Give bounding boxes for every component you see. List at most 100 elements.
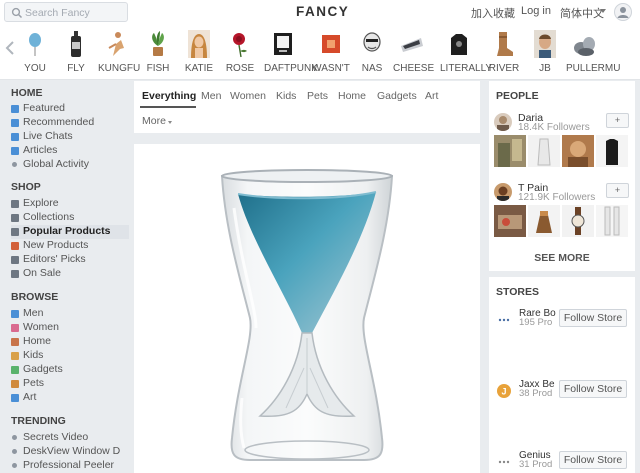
tab-men[interactable]: Men xyxy=(201,90,221,102)
follow-store-button[interactable]: Follow Store xyxy=(559,451,627,469)
category-literally[interactable]: LITERALLY xyxy=(440,28,492,78)
category-fish[interactable]: FISH xyxy=(145,28,171,78)
art-icon xyxy=(11,394,19,402)
follow-store-button[interactable]: Follow Store xyxy=(559,309,627,327)
category-jb[interactable]: JB xyxy=(532,28,558,78)
avatar[interactable] xyxy=(494,183,512,201)
thumbnail-image[interactable] xyxy=(528,135,560,167)
tab-gadgets[interactable]: Gadgets xyxy=(377,90,417,102)
sidebar-item-art[interactable]: Art xyxy=(11,391,129,405)
thumbnail-image[interactable] xyxy=(596,135,628,167)
person-row: Daria 18.4K Followers + xyxy=(494,112,630,179)
join-link[interactable]: 加入 xyxy=(471,5,493,21)
thumbnail-image[interactable] xyxy=(494,135,526,167)
more-dropdown[interactable]: More xyxy=(142,115,166,127)
store-product-count: 31 Prod xyxy=(519,459,553,470)
category-label: DAFTPUNK xyxy=(264,63,318,74)
tab-women[interactable]: Women xyxy=(230,90,266,102)
person-followers: 121.9K Followers xyxy=(518,192,596,203)
chevron-left-icon[interactable] xyxy=(4,40,16,56)
category-nas[interactable]: NAS xyxy=(359,28,385,78)
category-label: LITERALLY xyxy=(440,63,493,74)
recommended-icon xyxy=(11,119,19,127)
category-strip: YOU FLY KUNGFU FISH KATIE ROSE DAFTPUNK … xyxy=(0,26,640,80)
bottle-icon xyxy=(71,31,81,57)
trending-icon xyxy=(12,463,17,468)
sidebar-item-new-products[interactable]: New Products xyxy=(11,239,129,253)
search-input[interactable] xyxy=(25,6,125,20)
sidebar-item-explore[interactable]: Explore xyxy=(11,197,129,211)
sidebar-item-articles[interactable]: Articles xyxy=(11,144,129,158)
category-wasnt[interactable]: WASN'T xyxy=(312,28,350,78)
people-title: PEOPLE xyxy=(496,90,539,102)
sidebar-item-men[interactable]: Men xyxy=(11,307,129,321)
follow-store-button[interactable]: Follow Store xyxy=(559,380,627,398)
thumbnail-image[interactable] xyxy=(562,205,594,237)
product-card[interactable] xyxy=(134,144,480,473)
active-tab-indicator xyxy=(140,106,196,108)
sidebar-item-global-activity[interactable]: Global Activity xyxy=(11,158,129,172)
store-logo-icon[interactable] xyxy=(497,455,511,469)
top-header: FANCY 加入 收藏 Log in 简体中文 xyxy=(0,0,640,26)
sidebar-item-women[interactable]: Women xyxy=(11,321,129,335)
category-rose[interactable]: ROSE xyxy=(226,28,254,78)
sidebar-item-trending-3[interactable]: Professional Peeler xyxy=(11,459,129,473)
category-you[interactable]: YOU xyxy=(22,28,48,78)
trending-icon xyxy=(12,435,17,440)
search-box[interactable] xyxy=(4,2,128,22)
store-row: J Jaxx Be 38 Prod Follow Store xyxy=(497,379,631,404)
person-followers: 18.4K Followers xyxy=(518,122,590,133)
sidebar-item-trending-1[interactable]: Secrets Video xyxy=(11,431,129,445)
sidebar-item-recommended[interactable]: Recommended xyxy=(11,116,129,130)
balloon-icon xyxy=(29,33,41,56)
tab-everything[interactable]: Everything xyxy=(142,90,196,102)
tab-art[interactable]: Art xyxy=(425,90,438,102)
home-icon xyxy=(11,338,19,346)
category-river[interactable]: RIVER xyxy=(489,28,519,78)
category-katie[interactable]: KATIE xyxy=(185,28,213,78)
language-selector[interactable]: 简体中文 xyxy=(560,5,604,21)
fancy-logo[interactable]: FANCY xyxy=(296,4,349,19)
sidebar-item-trending-2[interactable]: DeskView Window D xyxy=(11,445,129,459)
avatar[interactable] xyxy=(494,113,512,131)
tab-kids[interactable]: Kids xyxy=(276,90,296,102)
store-logo-icon[interactable] xyxy=(497,313,511,327)
sidebar-item-featured[interactable]: Featured xyxy=(11,102,129,116)
article-icon xyxy=(11,147,19,155)
left-sidebar: HOME Featured Recommended Live Chats Art… xyxy=(0,81,130,473)
sidebar-item-collections[interactable]: Collections xyxy=(11,211,129,225)
user-avatar-icon[interactable] xyxy=(614,3,632,21)
login-link[interactable]: Log in xyxy=(521,5,551,17)
thumbnail-image[interactable] xyxy=(596,205,628,237)
category-cheese[interactable]: CHEESE xyxy=(393,28,434,78)
sidebar-item-kids[interactable]: Kids xyxy=(11,349,129,363)
store-logo-icon[interactable]: J xyxy=(497,384,511,398)
stores-title: STORES xyxy=(496,286,539,298)
trending-icon xyxy=(12,449,17,454)
category-daftpunk[interactable]: DAFTPUNK xyxy=(264,28,318,78)
follow-button[interactable]: + xyxy=(606,183,629,198)
shirt-icon xyxy=(451,34,467,55)
thumbnail-image[interactable] xyxy=(528,205,560,237)
mermaid-glass-image xyxy=(220,169,394,461)
sidebar-item-live-chats[interactable]: Live Chats xyxy=(11,130,129,144)
category-label: PULLERMU xyxy=(566,63,621,74)
sidebar-item-editors-picks[interactable]: Editors' Picks xyxy=(11,253,129,267)
category-label: CHEESE xyxy=(393,63,435,74)
follow-button[interactable]: + xyxy=(606,113,629,128)
category-pullermu[interactable]: PULLERMU xyxy=(566,28,620,78)
sidebar-item-on-sale[interactable]: On Sale xyxy=(11,267,129,281)
sidebar-item-home[interactable]: Home xyxy=(11,335,129,349)
section-title-browse: BROWSE xyxy=(11,291,59,303)
thumbnail-image[interactable] xyxy=(494,205,526,237)
see-more-link[interactable]: SEE MORE xyxy=(489,252,635,264)
category-kungfu[interactable]: KUNGFU xyxy=(98,28,140,78)
tab-pets[interactable]: Pets xyxy=(307,90,328,102)
category-fly[interactable]: FLY xyxy=(63,28,89,78)
sidebar-item-gadgets[interactable]: Gadgets xyxy=(11,363,129,377)
thumbnail-image[interactable] xyxy=(562,135,594,167)
sidebar-item-pets[interactable]: Pets xyxy=(11,377,129,391)
tab-home[interactable]: Home xyxy=(338,90,366,102)
sidebar-item-popular-products[interactable]: Popular Products xyxy=(11,225,129,239)
favorites-link[interactable]: 收藏 xyxy=(493,5,515,21)
